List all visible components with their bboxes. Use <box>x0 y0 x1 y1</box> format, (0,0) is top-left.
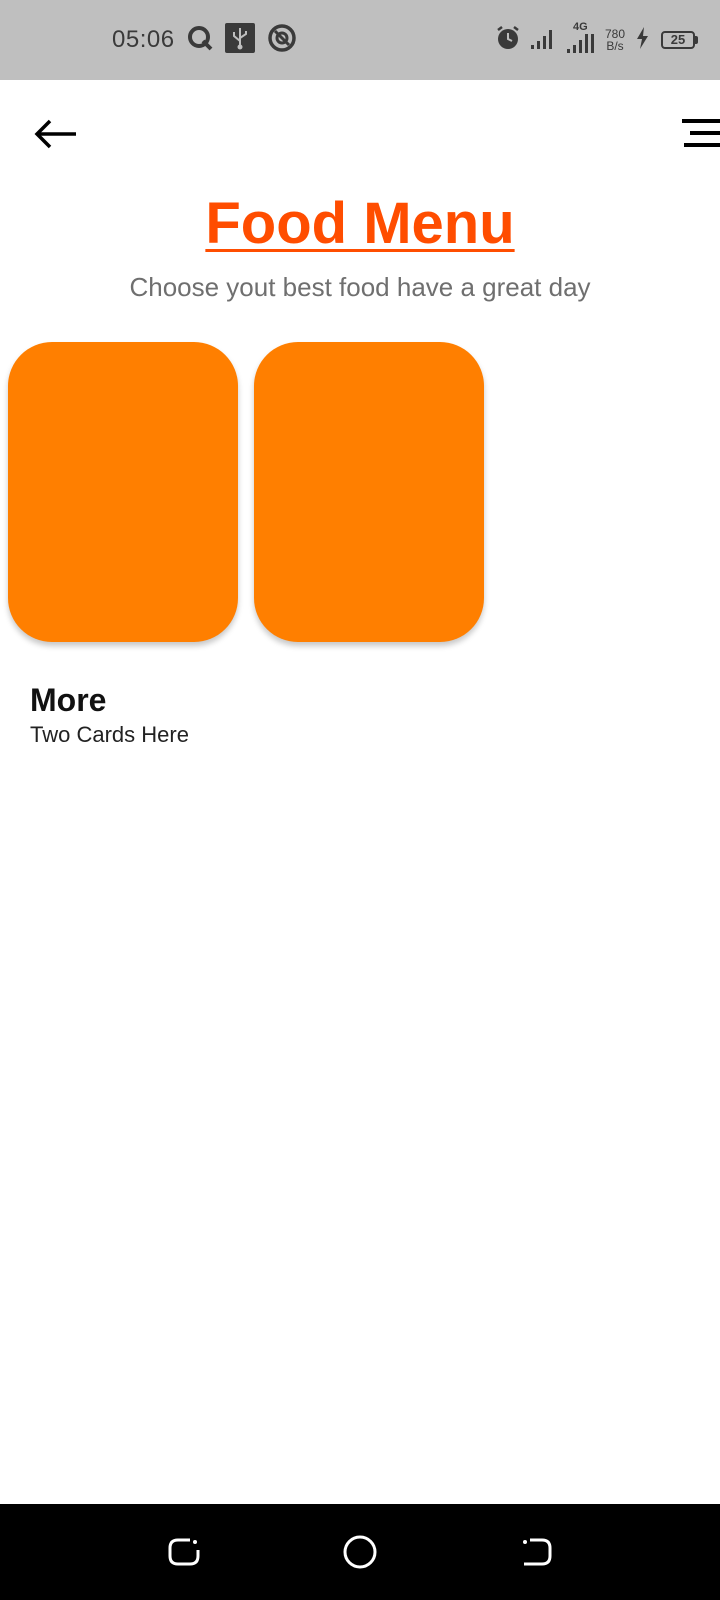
more-section: More Two Cards Here <box>30 680 189 750</box>
net-speed-unit: B/s <box>606 39 624 53</box>
charging-icon <box>635 26 651 55</box>
q-app-icon <box>187 25 213 56</box>
page-subtitle: Choose yout best food have a great day <box>129 272 591 302</box>
battery-icon: 25 <box>661 31 698 49</box>
signal-icon <box>530 26 557 55</box>
battery-level: 25 <box>661 31 695 49</box>
back-nav-icon <box>516 1538 556 1576</box>
notification-app-icon <box>267 23 297 58</box>
system-nav-bar <box>0 1504 720 1600</box>
battery-cap <box>695 36 698 44</box>
status-right: 4G 780 B/s 25 <box>495 21 698 58</box>
alarm-icon <box>495 25 521 56</box>
usb-icon <box>224 22 255 58</box>
status-left: 05:06 <box>112 22 297 58</box>
food-cards <box>8 342 484 642</box>
status-time: 05:06 <box>112 26 175 53</box>
back-button[interactable] <box>30 110 82 162</box>
home-button[interactable] <box>340 1532 380 1572</box>
food-card[interactable] <box>8 342 238 642</box>
recents-icon <box>164 1538 204 1576</box>
menu-icon <box>672 119 720 162</box>
home-icon <box>340 1535 380 1576</box>
app-bar <box>0 80 720 190</box>
network-speed: 780 B/s <box>605 28 625 52</box>
recents-button[interactable] <box>164 1532 204 1572</box>
status-bar: 05:06 4G 780 B/s 25 <box>0 0 720 80</box>
food-card[interactable] <box>254 342 484 642</box>
page-title: Food Menu <box>205 191 515 256</box>
more-title: More <box>30 682 107 718</box>
more-subtitle: Two Cards Here <box>30 722 189 747</box>
back-nav-button[interactable] <box>516 1532 556 1572</box>
signal-4g-icon: 4G <box>566 21 595 55</box>
arrow-left-icon <box>34 119 78 154</box>
menu-button[interactable] <box>672 114 720 158</box>
